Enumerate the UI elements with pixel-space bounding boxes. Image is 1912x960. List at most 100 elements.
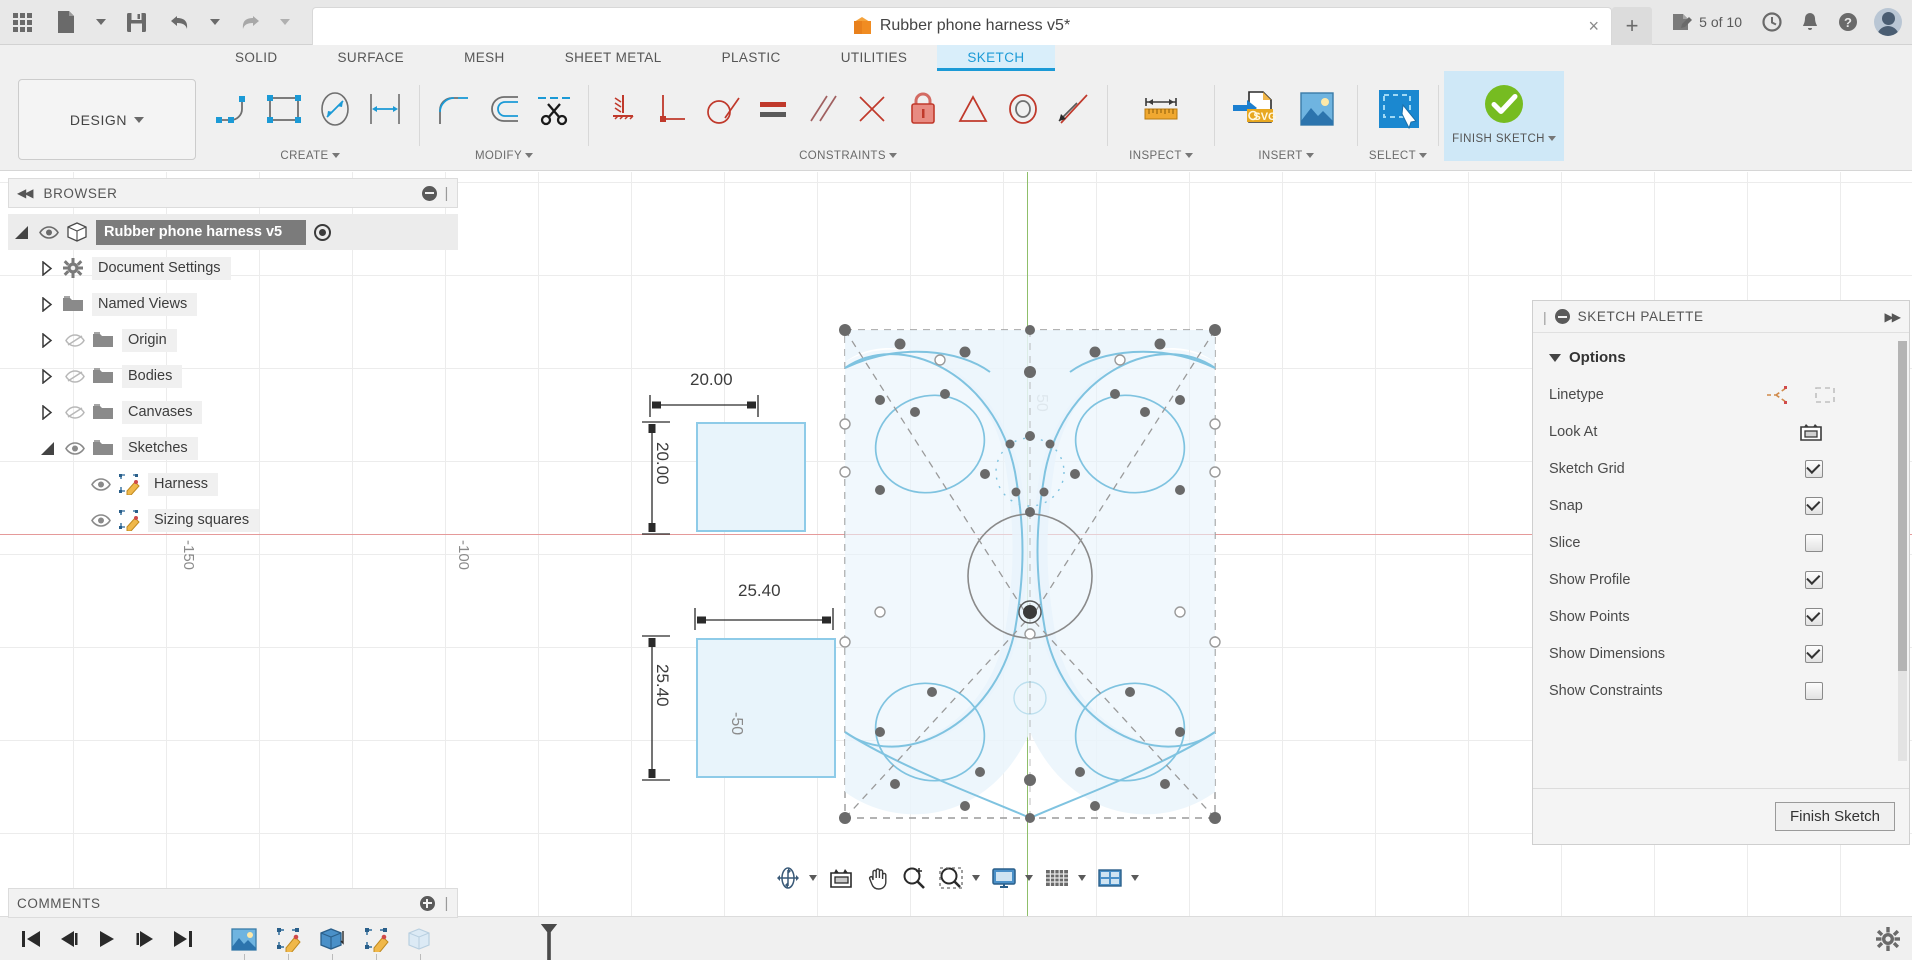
ribbon-group-label-modify[interactable]: MODIFY (429, 148, 579, 168)
visibility-eye-off-icon[interactable] (60, 405, 90, 419)
expand-triangle-icon[interactable] (8, 225, 34, 239)
expand-triangle-icon[interactable] (34, 441, 60, 455)
timeline-settings-gear-icon[interactable] (1876, 926, 1900, 951)
expand-triangle-icon[interactable] (34, 332, 60, 348)
checkbox-show-profile[interactable] (1805, 570, 1823, 589)
zoom-dropdown-icon[interactable] (972, 875, 980, 881)
tree-item-canvases[interactable]: Canvases (8, 394, 458, 430)
comments-panel[interactable]: COMMENTS | (8, 888, 458, 918)
tab-solid[interactable]: SOLID (205, 45, 308, 71)
tree-item-sizing-squares[interactable]: Sizing squares (8, 502, 458, 538)
timeline-item-sketch-1[interactable] (270, 922, 306, 960)
constraint-concentric-icon[interactable] (998, 78, 1048, 140)
dimension-line-square2-width[interactable] (690, 600, 840, 630)
palette-row-show-dimensions[interactable]: Show Dimensions (1533, 635, 1909, 672)
comments-resize-handle[interactable]: | (445, 895, 450, 912)
skip-to-end-icon[interactable] (164, 917, 202, 960)
tab-utilities[interactable]: UTILITIES (811, 45, 938, 71)
dimension-text-square2-width[interactable]: 25.40 (738, 581, 781, 601)
sizing-square-1[interactable] (696, 422, 806, 532)
fillet-icon[interactable] (429, 78, 479, 140)
constraint-symmetry-icon[interactable] (948, 78, 998, 140)
tab-sketch[interactable]: SKETCH (937, 45, 1055, 71)
constraint-coincident-icon[interactable] (848, 78, 898, 140)
tree-item-bodies[interactable]: Bodies (8, 358, 458, 394)
palette-row-sketch-grid[interactable]: Sketch Grid (1533, 450, 1909, 487)
timeline-item-ghost[interactable] (402, 922, 438, 960)
measure-ruler-icon[interactable] (1130, 78, 1192, 140)
ribbon-group-label-create[interactable]: CREATE (210, 148, 410, 168)
harness-sketch-geometry[interactable] (820, 172, 1240, 916)
visibility-eye-off-icon[interactable] (60, 369, 90, 383)
checkbox-snap[interactable] (1805, 496, 1823, 515)
tab-sheet-metal[interactable]: SHEET METAL (535, 45, 692, 71)
palette-row-show-constraints[interactable]: Show Constraints (1533, 672, 1909, 709)
tab-surface[interactable]: SURFACE (308, 45, 435, 71)
select-window-icon[interactable] (1367, 78, 1429, 140)
palette-scrollbar[interactable] (1898, 341, 1907, 761)
ribbon-group-label-insert[interactable]: INSERT (1224, 148, 1348, 168)
dimension-text-square1-width[interactable]: 20.00 (690, 370, 733, 390)
tree-item-harness[interactable]: Harness (8, 466, 458, 502)
timeline-item-body[interactable] (314, 922, 350, 960)
dimension-text-square1-height[interactable]: 20.00 (652, 442, 672, 485)
ribbon-group-label-inspect[interactable]: INSPECT (1117, 148, 1205, 168)
timeline-item-canvas[interactable] (226, 922, 262, 960)
panel-resize-handle[interactable]: | (445, 185, 450, 202)
dimension-text-square2-height[interactable]: 25.40 (652, 664, 672, 707)
grid-dropdown-icon[interactable] (1078, 875, 1086, 881)
constraint-fix-lock-icon[interactable] (898, 78, 948, 140)
palette-row-show-points[interactable]: Show Points (1533, 598, 1909, 635)
constraint-tangent-icon[interactable] (698, 78, 748, 140)
palette-row-snap[interactable]: Snap (1533, 487, 1909, 524)
skip-to-start-icon[interactable] (12, 917, 50, 960)
tree-item-origin[interactable]: Origin (8, 322, 458, 358)
finish-sketch-button[interactable]: FINISH SKETCH (1444, 71, 1564, 161)
expand-triangle-icon[interactable] (34, 404, 60, 420)
finish-sketch-button[interactable]: Finish Sketch (1774, 802, 1895, 831)
save-icon[interactable] (114, 0, 158, 45)
palette-row-slice[interactable]: Slice (1533, 524, 1909, 561)
display-dropdown-icon[interactable] (1025, 875, 1033, 881)
tab-plastic[interactable]: PLASTIC (692, 45, 811, 71)
centerline-icon[interactable] (1813, 385, 1837, 405)
recent-activity-icon[interactable] (1754, 0, 1790, 45)
new-document-icon[interactable] (44, 0, 88, 45)
palette-section-options[interactable]: Options (1533, 341, 1909, 376)
expand-triangle-icon[interactable] (34, 296, 60, 312)
collapse-arrows-icon[interactable]: ◀◀ (17, 186, 34, 200)
palette-drag-handle[interactable]: | (1543, 309, 1547, 325)
offset-icon[interactable] (479, 78, 529, 140)
constraint-perpendicular-icon[interactable] (648, 78, 698, 140)
workspace-selector[interactable]: DESIGN (18, 79, 196, 160)
play-icon[interactable] (88, 917, 126, 960)
tree-item-root[interactable]: Rubber phone harness v5 (8, 214, 458, 250)
expand-triangle-icon[interactable] (34, 368, 60, 384)
redo-dropdown-icon[interactable] (272, 0, 298, 45)
apps-grid-icon[interactable] (0, 0, 44, 45)
constraint-parallel-icon[interactable] (798, 78, 848, 140)
visibility-eye-off-icon[interactable] (60, 333, 90, 347)
look-at-icon[interactable] (823, 859, 859, 897)
look-at-camera-icon[interactable] (1799, 422, 1823, 442)
checkbox-show-constraints[interactable] (1805, 681, 1823, 700)
sketch-rectangle-icon[interactable] (260, 78, 310, 140)
sizing-square-2[interactable] (696, 638, 836, 778)
sketch-circle-icon[interactable] (310, 78, 360, 140)
notifications-bell-icon[interactable] (1792, 0, 1828, 45)
document-tab[interactable]: Rubber phone harness v5* × (312, 6, 1612, 45)
palette-row-show-profile[interactable]: Show Profile (1533, 561, 1909, 598)
constraint-curvature-icon[interactable] (1048, 78, 1098, 140)
tab-mesh[interactable]: MESH (434, 45, 535, 71)
dimension-line-square2-height[interactable] (630, 634, 670, 786)
activate-component-icon[interactable] (314, 223, 332, 241)
add-comment-icon[interactable] (419, 895, 435, 911)
insert-svg-icon[interactable]: SVG (1224, 78, 1286, 140)
checkbox-show-points[interactable] (1805, 607, 1823, 626)
grid-snap-icon[interactable] (1039, 859, 1075, 897)
trim-scissors-icon[interactable] (529, 78, 579, 140)
constraint-fix-ground-icon[interactable] (598, 78, 648, 140)
viewports-icon[interactable] (1092, 859, 1128, 897)
new-document-dropdown-icon[interactable] (88, 0, 114, 45)
zoom-window-icon[interactable] (933, 859, 969, 897)
